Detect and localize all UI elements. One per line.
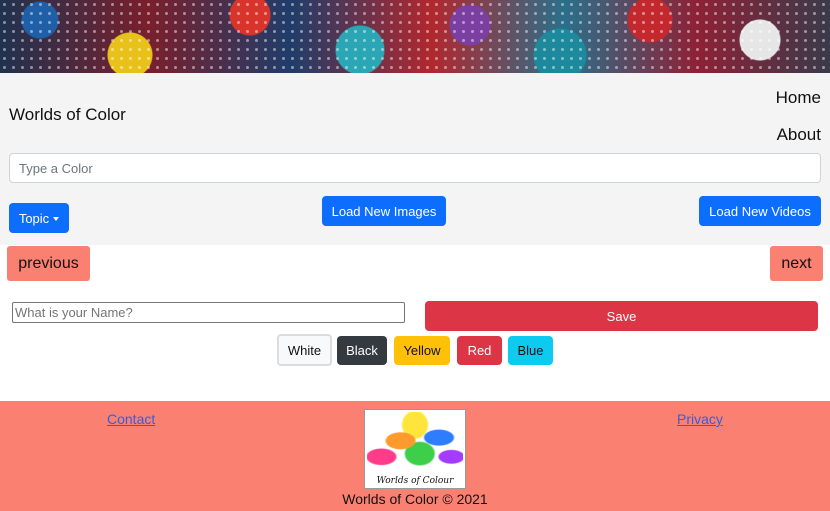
- save-button[interactable]: Save: [425, 301, 818, 331]
- color-button-blue[interactable]: Blue: [508, 336, 553, 365]
- caret-down-icon: [53, 216, 60, 221]
- logo-caption: Worlds of Colour: [367, 475, 463, 487]
- color-search-input[interactable]: [9, 153, 821, 183]
- logo-color-splash-image: [367, 412, 463, 476]
- color-button-yellow[interactable]: Yellow: [394, 336, 450, 365]
- color-button-red[interactable]: Red: [457, 336, 502, 365]
- banner-pattern: [0, 0, 830, 73]
- privacy-link[interactable]: Privacy: [677, 411, 723, 427]
- copyright-text: Worlds of Color © 2021: [342, 491, 488, 507]
- topic-label: Topic: [18, 210, 50, 226]
- color-button-black[interactable]: Black: [337, 336, 387, 365]
- hero-banner-image: [0, 0, 830, 73]
- nav-about-link[interactable]: About: [777, 125, 821, 145]
- previous-button[interactable]: previous: [7, 246, 90, 281]
- name-input[interactable]: [12, 302, 405, 323]
- topic-dropdown-button[interactable]: Topic: [9, 203, 69, 233]
- load-new-videos-button[interactable]: Load New Videos: [699, 196, 821, 226]
- site-title: Worlds of Color: [9, 105, 126, 124]
- load-new-images-button[interactable]: Load New Images: [322, 196, 446, 226]
- next-button[interactable]: next: [770, 246, 823, 281]
- contact-link[interactable]: Contact: [107, 411, 155, 427]
- color-button-white[interactable]: White: [277, 334, 332, 366]
- nav-home-link[interactable]: Home: [776, 88, 821, 108]
- footer-logo: Worlds of Colour: [364, 409, 466, 489]
